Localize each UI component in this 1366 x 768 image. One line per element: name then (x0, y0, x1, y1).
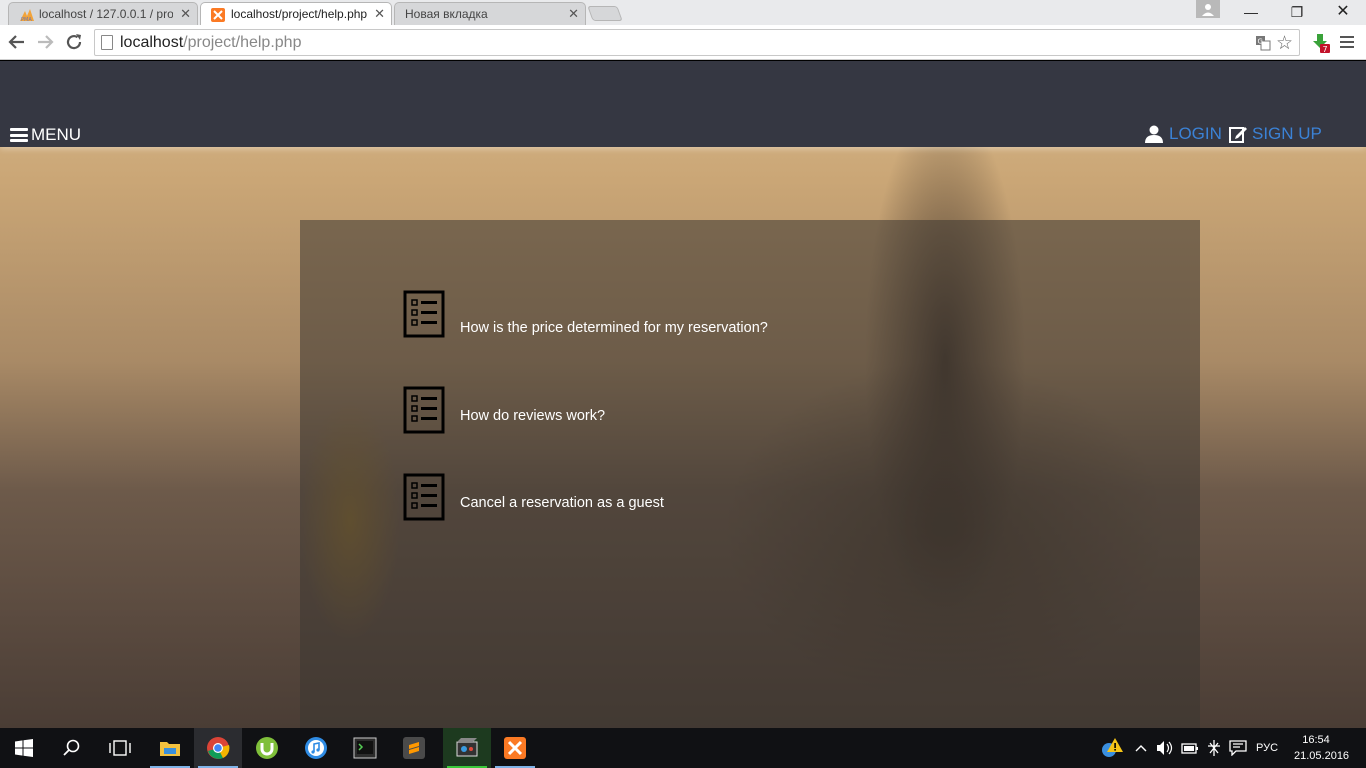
profile-icon[interactable] (1196, 0, 1220, 18)
xampp-icon[interactable] (491, 728, 539, 768)
task-view-icon[interactable] (96, 728, 144, 768)
login-link[interactable]: LOGIN (1144, 123, 1222, 145)
utorrent-icon[interactable] (243, 728, 291, 768)
volume-icon[interactable] (1156, 728, 1174, 768)
page-icon (101, 35, 113, 50)
faq-item[interactable]: How do reviews work? (403, 386, 1003, 434)
sublime-icon[interactable] (390, 728, 438, 768)
download-extension-icon[interactable]: 7 (1310, 32, 1332, 54)
hamburger-icon (10, 128, 28, 142)
svg-text:7: 7 (1323, 45, 1328, 54)
address-bar[interactable]: localhost/project/help.php G ☆ (94, 29, 1300, 56)
signup-label: SIGN UP (1252, 124, 1322, 143)
video-editor-icon[interactable] (443, 728, 491, 768)
browser-tab-strip: PMA localhost / 127.0.0.1 / proj ✕ local… (0, 0, 1366, 25)
clock-time: 16:54 (1302, 734, 1330, 746)
faq-question[interactable]: Cancel a reservation as a guest (460, 495, 664, 511)
site-header: MENU LOGIN SIGN UP (0, 61, 1366, 147)
tab-label: localhost / 127.0.0.1 / proj (39, 7, 173, 21)
terminal-icon[interactable] (341, 728, 389, 768)
help-panel: How is the price determined for my reser… (300, 220, 1200, 728)
xampp-icon (211, 8, 225, 22)
checklist-icon (403, 473, 445, 521)
tab-new[interactable]: Новая вкладка ✕ (394, 2, 586, 25)
close-window-button[interactable]: ✕ (1320, 0, 1366, 24)
clock[interactable]: 16:54 21.05.2016 (1294, 732, 1350, 764)
close-tab-icon[interactable]: ✕ (180, 6, 191, 22)
close-tab-icon[interactable]: ✕ (374, 6, 385, 22)
edit-icon (1229, 127, 1247, 143)
faq-question[interactable]: How is the price determined for my reser… (460, 320, 768, 336)
battery-icon[interactable] (1181, 728, 1199, 768)
search-icon[interactable] (48, 728, 96, 768)
chrome-menu-icon[interactable] (1340, 33, 1354, 54)
faq-item[interactable]: Cancel a reservation as a guest (403, 473, 1003, 521)
translate-icon[interactable]: G (1255, 35, 1271, 55)
faq-item[interactable]: How is the price determined for my reser… (403, 290, 1003, 338)
tray-warning-icon[interactable] (1100, 728, 1124, 768)
page-background: MENU LOGIN SIGN UP How is the price dete… (0, 61, 1366, 728)
tab-help[interactable]: localhost/project/help.php ✕ (200, 2, 392, 25)
message-icon[interactable] (1229, 728, 1247, 768)
taskbar: РУС 16:54 21.05.2016 (0, 728, 1366, 768)
restore-button[interactable]: ❐ (1274, 0, 1320, 24)
close-tab-icon[interactable]: ✕ (568, 6, 579, 22)
checklist-icon (403, 290, 445, 338)
signup-link[interactable]: SIGN UP (1229, 123, 1322, 145)
minimize-button[interactable]: — (1228, 0, 1274, 24)
back-button[interactable] (6, 32, 28, 54)
svg-text:PMA: PMA (21, 17, 32, 22)
file-explorer-icon[interactable] (146, 728, 194, 768)
language-indicator[interactable]: РУС (1256, 728, 1278, 768)
user-icon (1145, 125, 1163, 143)
show-hidden-icons-icon[interactable] (1134, 728, 1148, 768)
reload-button[interactable] (63, 32, 85, 54)
browser-toolbar: localhost/project/help.php G ☆ 7 (0, 25, 1366, 60)
url-text: localhost/project/help.php (120, 34, 302, 51)
tab-phpmyadmin[interactable]: PMA localhost / 127.0.0.1 / proj ✕ (8, 2, 198, 25)
new-tab-button[interactable] (587, 6, 623, 21)
forward-button[interactable] (34, 32, 56, 54)
menu-label: MENU (31, 125, 82, 144)
menu-button[interactable]: MENU (10, 125, 81, 145)
tab-label: localhost/project/help.php (231, 7, 367, 21)
login-label: LOGIN (1169, 124, 1222, 143)
checklist-icon (403, 386, 445, 434)
start-icon[interactable] (0, 728, 48, 768)
chrome-icon[interactable] (194, 728, 242, 768)
bookmark-star-icon[interactable]: ☆ (1276, 32, 1293, 55)
svg-text:G: G (1258, 38, 1263, 46)
clock-date: 21.05.2016 (1294, 750, 1350, 762)
itunes-icon[interactable] (292, 728, 340, 768)
phpmyadmin-icon: PMA (19, 8, 34, 23)
tab-label: Новая вкладка (405, 7, 488, 21)
network-icon[interactable] (1205, 728, 1223, 768)
faq-question[interactable]: How do reviews work? (460, 408, 605, 424)
show-desktop-button[interactable] (1340, 728, 1366, 768)
